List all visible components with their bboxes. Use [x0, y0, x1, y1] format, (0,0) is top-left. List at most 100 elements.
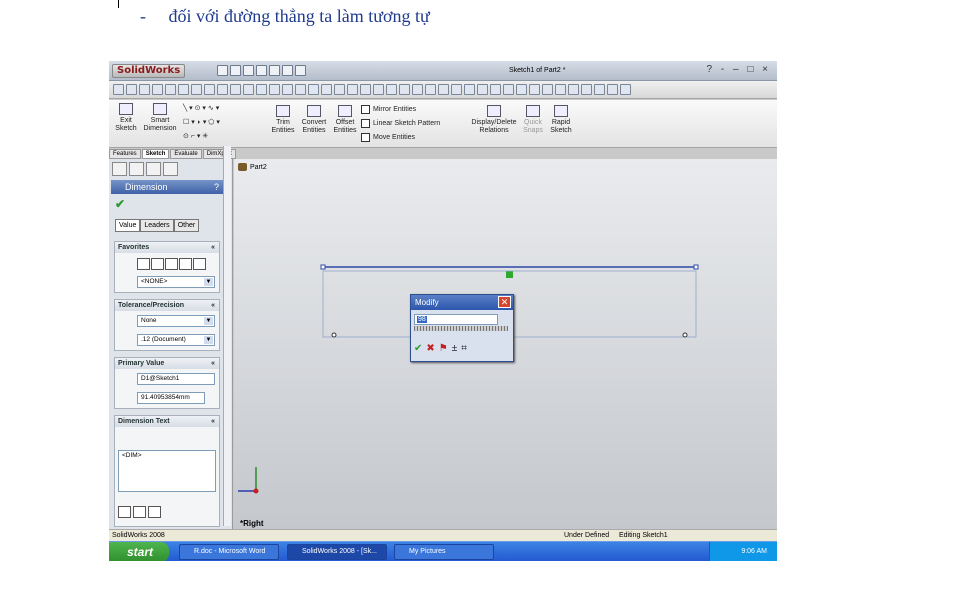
cancel-x-icon[interactable]: ✖ — [426, 343, 434, 355]
line-endpoint[interactable] — [693, 264, 699, 270]
sketch-tool-icon[interactable] — [386, 84, 397, 95]
sketch-tool-icon[interactable] — [490, 84, 501, 95]
display-relations-button[interactable]: Display/Delete Relations — [469, 105, 519, 135]
sketch-tool-icon[interactable] — [464, 84, 475, 95]
task-my-pictures[interactable]: My Pictures — [394, 544, 494, 560]
sketch-tool-icon[interactable] — [620, 84, 631, 95]
sketch-tool-icon[interactable] — [477, 84, 488, 95]
sketch-tool-icon[interactable] — [243, 84, 254, 95]
sketch-tool-icon[interactable] — [373, 84, 384, 95]
sketch-tool-icon[interactable] — [503, 84, 514, 95]
panel-scrollbar[interactable] — [223, 146, 231, 526]
quick-snaps-button[interactable]: Quick Snaps — [521, 105, 545, 135]
rebuild-icon[interactable] — [282, 65, 293, 76]
sketch-tool-icon[interactable] — [269, 84, 280, 95]
precision-select[interactable]: .12 (Document) ▼ — [137, 334, 215, 346]
ok-check-icon[interactable]: ✔ — [115, 197, 125, 211]
sketch-tool-icon[interactable] — [165, 84, 176, 95]
sketch-tool-icon[interactable] — [451, 84, 462, 95]
help-icon[interactable]: ? — [214, 180, 219, 194]
sketch-tool-icon[interactable] — [191, 84, 202, 95]
sketch-tool-icon[interactable] — [113, 84, 124, 95]
align-left-icon[interactable] — [118, 506, 131, 518]
fav-delete-icon[interactable] — [179, 258, 192, 270]
sketch-tool-icon[interactable] — [542, 84, 553, 95]
options-icon[interactable] — [295, 65, 306, 76]
align-center-icon[interactable] — [133, 506, 146, 518]
primary-value-header[interactable]: Primary Value « — [115, 358, 219, 369]
sketch-tool-icon[interactable] — [529, 84, 540, 95]
sketch-tool-icon[interactable] — [516, 84, 527, 95]
app-logo[interactable]: SolidWorks — [112, 64, 186, 78]
align-right-icon[interactable] — [148, 506, 161, 518]
tab-other[interactable]: Other — [173, 219, 200, 232]
sketch-tool-icon[interactable] — [295, 84, 306, 95]
start-button[interactable]: start — [109, 542, 169, 561]
move-entities-button[interactable]: Move Entities — [361, 133, 415, 142]
feature-manager-icon[interactable] — [112, 162, 127, 176]
sketch-tool-icon[interactable] — [230, 84, 241, 95]
tab-leaders[interactable]: Leaders — [140, 219, 174, 232]
tab-evaluate[interactable]: Evaluate — [170, 149, 202, 159]
offset-entities-button[interactable]: Offset Entities — [331, 105, 359, 135]
fav-add-icon[interactable] — [151, 258, 164, 270]
ok-check-icon[interactable]: ✔ — [414, 343, 422, 355]
horizontal-relation-icon[interactable] — [506, 271, 513, 278]
open-icon[interactable] — [230, 65, 241, 76]
point-tools[interactable]: ⊙ ⌐ ▾ ✳ — [183, 132, 208, 140]
sketch-tool-icon[interactable] — [152, 84, 163, 95]
fav-save-icon[interactable] — [193, 258, 206, 270]
configuration-manager-icon[interactable] — [146, 162, 161, 176]
thumbwheel[interactable] — [414, 326, 508, 331]
rect-tools[interactable]: ☐ ▾ ◗ ▾ ⬠ ▾ — [183, 118, 220, 126]
undo-icon[interactable] — [269, 65, 280, 76]
rapid-sketch-button[interactable]: Rapid Sketch — [547, 105, 575, 135]
sketch-tool-icon[interactable] — [139, 84, 150, 95]
sketch-tool-icon[interactable] — [607, 84, 618, 95]
mark-dimension-icon[interactable]: ⌗ — [461, 343, 467, 355]
favorites-select[interactable]: <NONE> ▼ — [137, 276, 215, 288]
sketch-tool-icon[interactable] — [425, 84, 436, 95]
rebuild-icon[interactable]: ⚑ — [439, 343, 448, 355]
sketch-tool-icon[interactable] — [568, 84, 579, 95]
dimension-text-area[interactable]: <DIM> — [118, 450, 216, 492]
close-icon[interactable]: ✕ — [498, 296, 511, 308]
tolerance-type-select[interactable]: None ▼ — [137, 315, 215, 327]
exit-sketch-button[interactable]: Exit Sketch — [113, 103, 139, 133]
mirror-entities-button[interactable]: Mirror Entities — [361, 105, 416, 114]
sketch-tool-icon[interactable] — [581, 84, 592, 95]
favorites-header[interactable]: Favorites « — [115, 242, 219, 253]
sketch-tool-icon[interactable] — [360, 84, 371, 95]
graphics-area[interactable]: Part2 *Right Modify ✕ 98 ✔ ✖ ⚑ ± ⌗ — [234, 159, 777, 531]
dimension-text-header[interactable]: Dimension Text « — [115, 416, 219, 427]
sketch-tool-icon[interactable] — [412, 84, 423, 95]
dimension-value-field[interactable]: 91.40953854mm — [137, 392, 205, 404]
line-endpoint[interactable] — [320, 264, 326, 270]
sketch-tool-icon[interactable] — [334, 84, 345, 95]
convert-entities-button[interactable]: Convert Entities — [299, 105, 329, 135]
sketch-tool-icon[interactable] — [555, 84, 566, 95]
tab-value[interactable]: Value — [115, 219, 141, 232]
sketch-tool-icon[interactable] — [178, 84, 189, 95]
sketch-tool-icon[interactable] — [256, 84, 267, 95]
save-icon[interactable] — [243, 65, 254, 76]
sketch-tool-icon[interactable] — [204, 84, 215, 95]
sketch-tool-icon[interactable] — [438, 84, 449, 95]
sketch-tool-icon[interactable] — [594, 84, 605, 95]
property-manager-icon[interactable] — [129, 162, 144, 176]
tab-sketch[interactable]: Sketch — [141, 149, 170, 159]
tolerance-header[interactable]: Tolerance/Precision « — [115, 300, 219, 311]
sketch-tool-icon[interactable] — [308, 84, 319, 95]
modify-value-input[interactable]: 98 — [414, 314, 498, 325]
sketch-tool-icon[interactable] — [321, 84, 332, 95]
trim-entities-button[interactable]: Trim Entities — [269, 105, 297, 135]
sketch-tool-icon[interactable] — [399, 84, 410, 95]
new-icon[interactable] — [217, 65, 228, 76]
task-solidworks[interactable]: SolidWorks 2008 - [Sk... — [287, 544, 387, 560]
sketch-tool-icon[interactable] — [282, 84, 293, 95]
dimxpert-manager-icon[interactable] — [163, 162, 178, 176]
smart-dimension-button[interactable]: Smart Dimension — [143, 103, 177, 133]
reverse-sense-icon[interactable]: ± — [452, 343, 458, 355]
window-controls[interactable]: ? - – □ × — [707, 64, 771, 75]
fav-update-icon[interactable] — [165, 258, 178, 270]
